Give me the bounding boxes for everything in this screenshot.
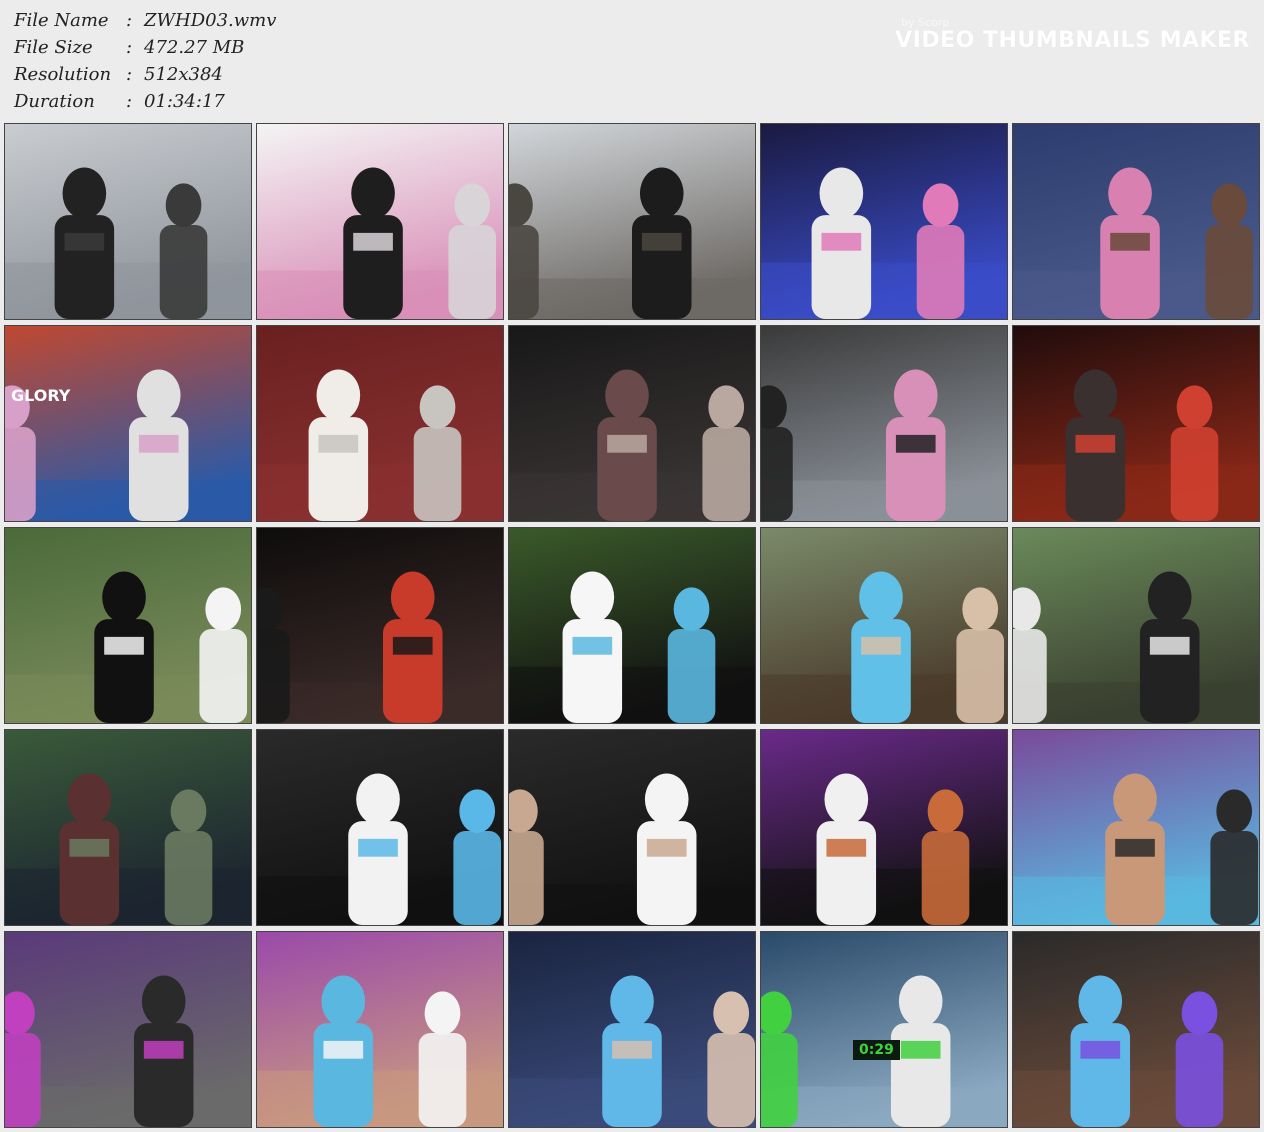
thumbnail-heroine-headband-closeup xyxy=(1012,729,1260,926)
thumbnail-image xyxy=(761,528,1007,723)
thumbnail-bomb-timer: 0:29 xyxy=(760,931,1008,1128)
thumbnail-image xyxy=(1013,932,1259,1127)
separator: : xyxy=(126,91,133,112)
thumbnail-cable-helmet-villain xyxy=(508,123,756,320)
thumbnail-blue-truck-struggle xyxy=(1012,123,1260,320)
thumbnail-image xyxy=(257,932,503,1127)
thumbnail-image xyxy=(509,528,755,723)
thumbnail-officer-villain-forest xyxy=(1012,527,1260,724)
file-name-label: File Name xyxy=(14,10,109,31)
thumbnail-image xyxy=(5,326,251,521)
thumbnail-image xyxy=(5,124,251,319)
duration-row: Duration : 01:34:17 xyxy=(14,88,276,115)
thumbnail-image xyxy=(257,730,503,925)
file-size-value: 472.27 MB xyxy=(144,37,245,58)
thumbnail-grid: GLORY 0:29 xyxy=(4,123,1260,1128)
thumbnail-forest-masked-henchmen xyxy=(4,527,252,724)
separator: : xyxy=(126,37,133,58)
thumbnail-harbor-fight xyxy=(4,123,252,320)
thumbnail-energy-blast xyxy=(1012,931,1260,1128)
thumbnail-night-sword-fight xyxy=(508,325,756,522)
thumbnail-image xyxy=(509,932,755,1127)
thumbnail-henchman-face-closeup xyxy=(508,729,756,926)
thumbnail-image xyxy=(1013,124,1259,319)
thumbnail-image xyxy=(1013,730,1259,925)
thumbnail-image xyxy=(761,326,1007,521)
watermark: by Scorp VIDEO THUMBNAILS MAKER xyxy=(895,17,1250,53)
resolution-value: 512x384 xyxy=(144,64,223,85)
separator: : xyxy=(126,10,133,31)
thumbnail-image xyxy=(509,730,755,925)
thumbnail-image xyxy=(257,124,503,319)
thumbnail-monster-in-woods xyxy=(4,729,252,926)
thumbnail-blue-lab-interior xyxy=(760,123,1008,320)
thumbnail-heroine-bound-closeup xyxy=(256,931,504,1128)
thumbnail-warehouse-kick xyxy=(760,325,1008,522)
duration-label: Duration xyxy=(14,91,95,112)
thumbnail-purple-lit-capture xyxy=(760,729,1008,926)
resolution-row: Resolution : 512x384 xyxy=(14,61,276,88)
duration-value: 01:34:17 xyxy=(144,91,225,112)
thumbnail-heroine-against-tree xyxy=(760,527,1008,724)
thumbnail-henchman-closeup-forest xyxy=(508,527,756,724)
thumbnail-image xyxy=(509,326,755,521)
thumbnail-image xyxy=(5,932,251,1127)
file-name-row: File Name : ZWHD03.wmv xyxy=(14,7,276,34)
file-name-value: ZWHD03.wmv xyxy=(144,10,277,31)
thumbnail-image xyxy=(1013,528,1259,723)
thumbnail-white-boots xyxy=(256,325,504,522)
thumbnail-image xyxy=(5,730,251,925)
file-size-row: File Size : 472.27 MB xyxy=(14,34,276,61)
watermark-title: VIDEO THUMBNAILS MAKER xyxy=(895,28,1250,53)
thumbnail-caption: GLORY xyxy=(11,386,71,405)
file-info-panel: File Name : ZWHD03.wmv File Size : 472.2… xyxy=(14,7,276,115)
thumbnail-image xyxy=(257,326,503,521)
thumbnail-container-yard: GLORY xyxy=(4,325,252,522)
thumbnail-caption: 0:29 xyxy=(853,1040,900,1060)
thumbnail-pink-skirt-low-angle xyxy=(256,123,504,320)
thumbnail-image xyxy=(761,730,1007,925)
separator: : xyxy=(126,64,133,85)
thumbnail-lair-caped-figure xyxy=(256,527,504,724)
resolution-label: Resolution xyxy=(14,64,112,85)
thumbnail-image xyxy=(509,124,755,319)
thumbnail-heroine-in-cage xyxy=(508,931,756,1128)
thumbnail-image xyxy=(257,528,503,723)
thumbnail-image xyxy=(761,932,1007,1127)
thumbnail-dark-red-lair xyxy=(1012,325,1260,522)
thumbnail-image xyxy=(1013,326,1259,521)
thumbnail-three-henchmen-cage xyxy=(256,729,504,926)
thumbnail-image xyxy=(5,528,251,723)
file-size-label: File Size xyxy=(14,37,93,58)
thumbnail-image xyxy=(761,124,1007,319)
thumbnail-control-panel-chain xyxy=(4,931,252,1128)
